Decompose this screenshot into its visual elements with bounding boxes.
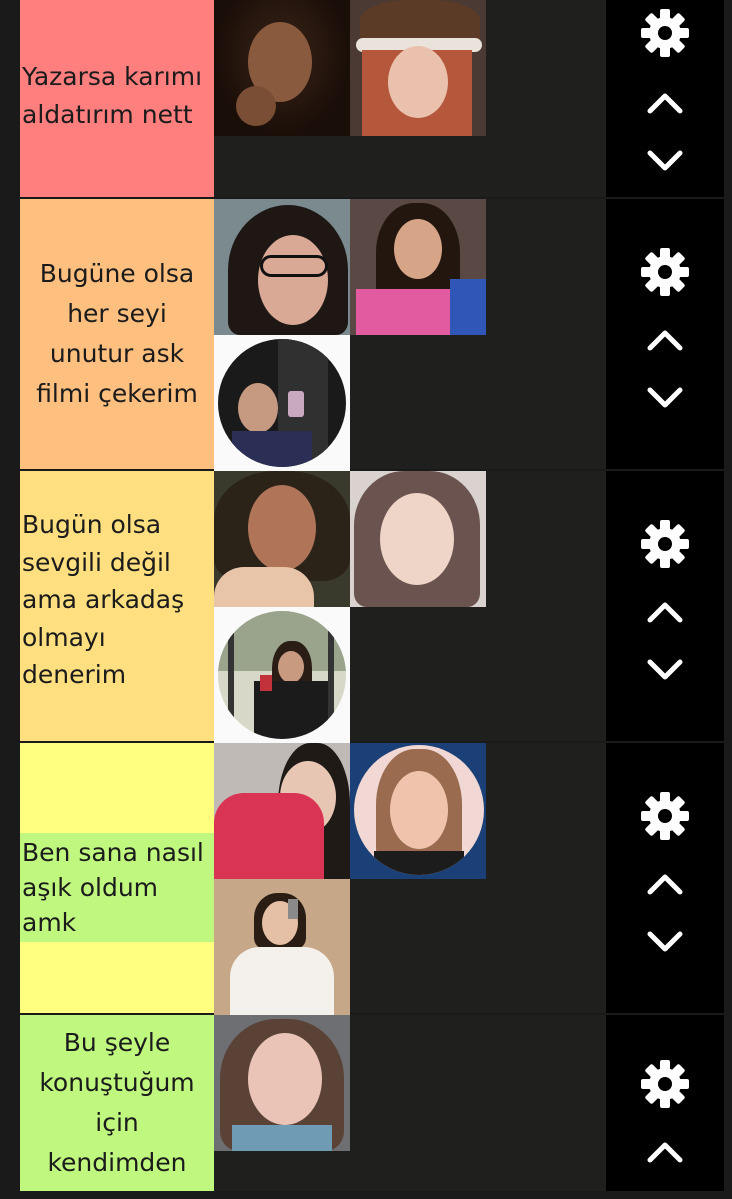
- tier-items: [214, 1015, 606, 1191]
- chevron-up-icon: [645, 327, 685, 357]
- tier-item-photo[interactable]: [214, 199, 350, 335]
- tier-move-up-button[interactable]: [636, 1125, 694, 1183]
- tier-label[interactable]: Bugün olsa sevgili değil ama arkadaş olm…: [20, 471, 214, 741]
- tier-items: [214, 743, 606, 1015]
- gear-icon: [639, 1058, 691, 1114]
- tier-move-down-button[interactable]: [636, 371, 694, 429]
- tier-item-photo[interactable]: [214, 0, 350, 136]
- tier-move-up-button[interactable]: [636, 76, 694, 134]
- tier-label-text: Bugüne olsa her seyi unutur ask filmi çe…: [36, 259, 198, 408]
- tier-label-text: Yazarsa karımı aldatırım nett: [22, 62, 203, 129]
- tier-move-down-button[interactable]: [636, 643, 694, 701]
- tier-items: [214, 0, 606, 197]
- tier-row: Ben sana nasıl aşık oldum amk: [0, 743, 732, 1015]
- tier-item-photo[interactable]: [214, 335, 350, 471]
- tier-item-photo[interactable]: [350, 471, 486, 607]
- chevron-down-icon: [645, 148, 685, 178]
- tier-label[interactable]: Ben sana nasıl aşık oldum amk: [20, 743, 214, 1013]
- chevron-down-icon: [645, 929, 685, 959]
- tier-item-photo[interactable]: [214, 607, 350, 743]
- tier-move-up-button[interactable]: [636, 857, 694, 915]
- tier-controls: [606, 471, 724, 741]
- chevron-down-icon: [645, 385, 685, 415]
- tier-row: Bugüne olsa her seyi unutur ask filmi çe…: [0, 199, 732, 471]
- tier-settings-button[interactable]: [636, 6, 694, 64]
- tier-item-photo[interactable]: [350, 199, 486, 335]
- chevron-down-icon: [645, 657, 685, 687]
- tier-item-photo[interactable]: [214, 471, 350, 607]
- chevron-up-icon: [645, 871, 685, 901]
- tier-item-photo[interactable]: [350, 0, 486, 136]
- tier-label-text: Ben sana nasıl aşık oldum amk: [20, 832, 214, 942]
- tier-controls: [606, 199, 724, 469]
- tier-items: [214, 471, 606, 743]
- tier-settings-button[interactable]: [636, 1057, 694, 1115]
- tier-row: Bu şeyle konuştuğum için kendimden: [0, 1015, 732, 1199]
- tier-label-text: Bugün olsa sevgili değil ama arkadaş olm…: [22, 510, 185, 690]
- tier-move-up-button[interactable]: [636, 585, 694, 643]
- tier-item-photo[interactable]: [214, 1015, 350, 1151]
- tier-item-photo[interactable]: [214, 879, 350, 1015]
- tier-settings-button[interactable]: [636, 789, 694, 847]
- tier-controls: [606, 743, 724, 1013]
- chevron-up-icon: [645, 90, 685, 120]
- tier-settings-button[interactable]: [636, 245, 694, 303]
- chevron-up-icon: [645, 599, 685, 629]
- tier-move-down-button[interactable]: [636, 134, 694, 192]
- tier-label[interactable]: Bu şeyle konuştuğum için kendimden: [20, 1015, 214, 1191]
- tier-items: [214, 199, 606, 471]
- tier-row: Yazarsa karımı aldatırım nett: [0, 0, 732, 197]
- tier-row: Bugün olsa sevgili değil ama arkadaş olm…: [0, 471, 732, 743]
- gear-icon: [639, 518, 691, 574]
- gear-icon: [639, 7, 691, 63]
- tier-item-photo[interactable]: [214, 743, 350, 879]
- tier-label[interactable]: Bugüne olsa her seyi unutur ask filmi çe…: [20, 199, 214, 469]
- tier-move-down-button[interactable]: [636, 915, 694, 973]
- tier-settings-button[interactable]: [636, 517, 694, 575]
- tier-item-photo[interactable]: [350, 743, 486, 879]
- chevron-up-icon: [645, 1139, 685, 1169]
- tier-label-text: Bu şeyle konuştuğum için kendimden: [39, 1028, 195, 1177]
- tier-move-up-button[interactable]: [636, 313, 694, 371]
- tier-list: Yazarsa karımı aldatırım nett Bugüne ols…: [0, 0, 732, 1199]
- tier-label[interactable]: Yazarsa karımı aldatırım nett: [20, 0, 214, 197]
- tier-controls: [606, 1015, 724, 1191]
- gear-icon: [639, 790, 691, 846]
- gear-icon: [639, 246, 691, 302]
- tier-controls: [606, 0, 724, 197]
